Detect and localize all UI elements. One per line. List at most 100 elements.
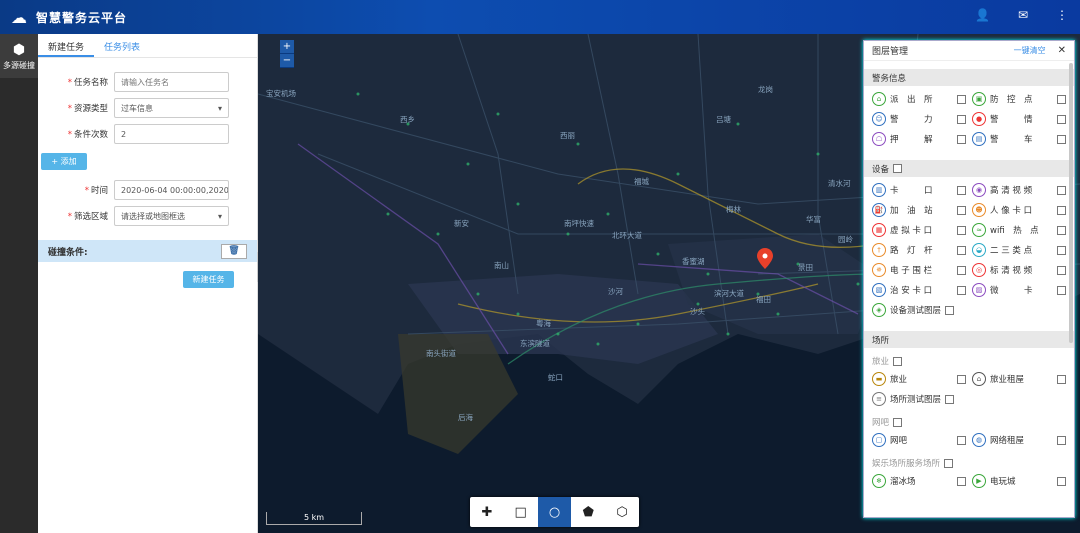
checkbox[interactable] — [1057, 476, 1066, 486]
rental-icon: ⌂ — [972, 372, 986, 386]
layer-micro-checkpoint[interactable]: ▨ 微 卡 — [972, 282, 1066, 298]
layer-wifi[interactable]: ≈ wifi 热 点 — [972, 222, 1066, 238]
tab-new-task[interactable]: 新建任务 — [38, 34, 95, 57]
layer-checkpoint[interactable]: ▥ 卡 口 — [872, 182, 966, 198]
layer-category-point[interactable]: ◒ 二 三 类 点 — [972, 242, 1066, 258]
checkbox[interactable] — [957, 374, 966, 384]
layer-arcade[interactable]: ▶ 电玩城 — [972, 473, 1066, 489]
checkbox[interactable] — [1057, 374, 1066, 384]
checkbox[interactable] — [1057, 225, 1066, 235]
checkbox[interactable] — [1057, 205, 1066, 215]
sd-video-icon: ◎ — [972, 263, 986, 277]
layer-police-force[interactable]: ☺ 警 力 — [872, 111, 966, 127]
checkbox[interactable] — [957, 435, 966, 445]
layer-netcafe[interactable]: ▢ 网吧 — [872, 432, 966, 448]
layer-virtual-checkpoint[interactable]: ▦ 虚 拟 卡 口 — [872, 222, 966, 238]
resource-type-select[interactable]: 过车信息 ▾ — [114, 98, 229, 118]
layer-lamp-post[interactable]: † 路 灯 杆 — [872, 242, 966, 258]
skating-icon: ❄ — [872, 474, 886, 488]
police-force-icon: ☺ — [872, 112, 886, 126]
condition-count-input[interactable]: 2 — [114, 124, 229, 144]
layer-panel-scrollbar[interactable] — [1069, 63, 1073, 343]
clear-all-button[interactable]: 一键清空 — [1014, 45, 1046, 56]
checkbox[interactable] — [893, 164, 903, 173]
layer-rental[interactable]: ⌂ 旅业租屋 — [972, 371, 1066, 387]
checkbox[interactable] — [1057, 435, 1066, 445]
zoom-out-button[interactable]: − — [280, 54, 294, 68]
layer-sd-video[interactable]: ◎ 标 清 视 频 — [972, 262, 1066, 278]
layer-hd-video[interactable]: ◉ 高 清 视 频 — [972, 182, 1066, 198]
user-icon[interactable]: 👤 — [975, 8, 990, 22]
checkbox[interactable] — [957, 476, 966, 486]
checkbox[interactable] — [1057, 285, 1066, 295]
checkbox[interactable] — [957, 245, 966, 255]
arcade-icon: ▶ — [972, 474, 986, 488]
checkbox[interactable] — [957, 134, 966, 144]
circle-tool-icon[interactable]: ○ — [537, 497, 572, 527]
layer-skating[interactable]: ❄ 溜冰场 — [872, 473, 966, 489]
layer-net-rental[interactable]: ◍ 网络租屋 — [972, 432, 1066, 448]
section-devices: 设备 — [864, 160, 1074, 177]
rail-item-multi-source[interactable]: ⬢ 多源碰撞 — [0, 34, 38, 78]
layer-gas-station[interactable]: ⛽ 加 油 站 — [872, 202, 966, 218]
checkbox[interactable] — [957, 114, 966, 124]
hd-video-icon: ◉ — [972, 183, 986, 197]
layer-police-car[interactable]: ▤ 警 车 — [972, 131, 1066, 147]
layer-venue-test[interactable]: ≡ 场所测试图层 — [872, 391, 1066, 407]
checkbox[interactable] — [957, 265, 966, 275]
checkbox[interactable] — [893, 417, 903, 427]
layer-police-station[interactable]: ⌂ 派 出 所 — [872, 91, 966, 107]
tab-task-list[interactable]: 任务列表 — [94, 34, 150, 57]
hotel-icon: ▬ — [872, 372, 886, 386]
rectangle-tool-icon[interactable]: □ — [504, 497, 538, 527]
category-point-icon: ◒ — [972, 243, 986, 257]
task-tabs: 新建任务 任务列表 — [38, 34, 257, 58]
layer-escort[interactable]: ☖ 押 解 — [872, 131, 966, 147]
checkbox[interactable] — [957, 185, 966, 195]
layer-face-checkpoint[interactable]: ☻ 人 像 卡 口 — [972, 202, 1066, 218]
chevron-down-icon: ▾ — [217, 211, 222, 221]
message-icon[interactable]: ✉ — [1018, 8, 1028, 22]
checkbox[interactable] — [1057, 114, 1066, 124]
task-name-input[interactable] — [114, 72, 229, 92]
device-test-icon: ◈ — [872, 303, 886, 317]
checkbox[interactable] — [957, 285, 966, 295]
layer-e-fence[interactable]: ✵ 电 子 围 栏 — [872, 262, 966, 278]
layer-alert[interactable]: ● 警 情 — [972, 111, 1066, 127]
checkbox[interactable] — [957, 205, 966, 215]
checkbox[interactable] — [945, 305, 955, 315]
clear-tool-icon[interactable]: ⬡ — [605, 497, 639, 527]
layer-hotel[interactable]: ▬ 旅业 — [872, 371, 966, 387]
time-input[interactable]: 2020-06-04 00:00:00,2020 — [114, 180, 229, 200]
virtual-checkpoint-icon: ▦ — [872, 223, 886, 237]
conditions-label: 碰撞条件: — [48, 247, 88, 258]
layer-device-test[interactable]: ◈ 设备测试图层 — [872, 302, 1066, 318]
checkbox[interactable] — [1057, 265, 1066, 275]
trash-icon[interactable]: 🗑 — [221, 243, 247, 259]
top-bar: ☁ 智慧警务云平台 👤 ✉ ⋮ — [0, 0, 1080, 34]
pan-tool-icon[interactable]: ✚ — [470, 497, 504, 527]
checkbox[interactable] — [957, 94, 966, 104]
checkbox[interactable] — [1057, 185, 1066, 195]
area-select[interactable]: 请选择或地图框选 ▾ — [114, 206, 229, 226]
checkbox[interactable] — [893, 356, 903, 366]
checkbox[interactable] — [957, 225, 966, 235]
polygon-tool-icon[interactable]: ⬟ — [571, 497, 605, 527]
new-task-button[interactable]: 新建任务 — [183, 271, 234, 288]
checkbox[interactable] — [1057, 94, 1066, 104]
checkbox[interactable] — [1057, 245, 1066, 255]
checkbox[interactable] — [1057, 134, 1066, 144]
zoom-in-button[interactable]: + — [280, 40, 294, 54]
subgroup-netcafe: 网吧 — [864, 414, 1074, 430]
add-button[interactable]: + 添加 — [41, 153, 87, 170]
layer-control-point[interactable]: ▣ 防 控 点 — [972, 91, 1066, 107]
layer-panel-title: 图层管理 — [872, 47, 909, 57]
close-icon[interactable]: ✕ — [1058, 45, 1066, 56]
checkbox[interactable] — [945, 394, 955, 404]
task-name-label: * 任务名称 — [67, 78, 108, 88]
layer-panel: 图层管理 一键清空 ✕ 警务信息 ⌂ 派 出 所 ▣ 防 控 点 ☺ 警 力 ● 警 情… — [863, 40, 1075, 518]
layer-security-checkpoint[interactable]: ▧ 治 安 卡 口 — [872, 282, 966, 298]
more-icon[interactable]: ⋮ — [1056, 8, 1068, 22]
checkbox[interactable] — [944, 458, 954, 468]
subgroup-hotel: 旅业 — [864, 353, 1074, 369]
